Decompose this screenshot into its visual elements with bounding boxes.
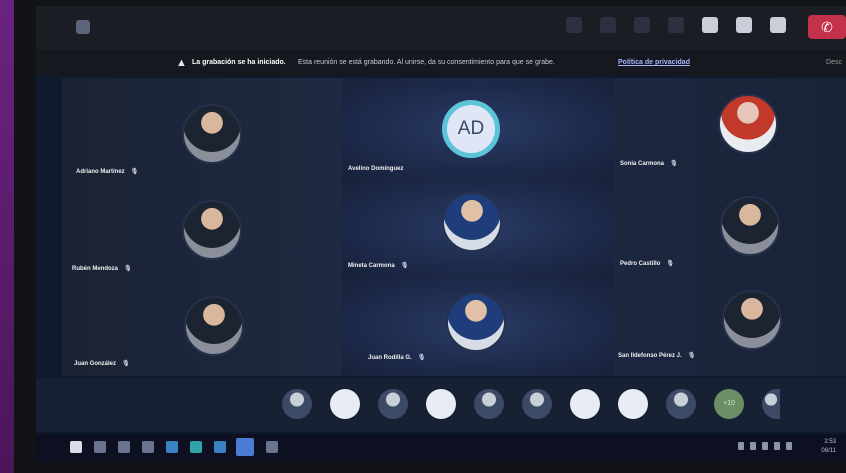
participant-tile[interactable]: Pedro Castillo 🎙 xyxy=(614,178,846,276)
mic-icon: 🎙 xyxy=(130,169,139,175)
privacy-link[interactable]: Política de privacidad xyxy=(618,50,690,76)
mic-icon: 🎙 xyxy=(666,261,674,267)
chevron-up-icon[interactable] xyxy=(738,442,744,450)
participant-tile[interactable]: Rubén Mendoza 🎙 xyxy=(62,178,342,276)
mic-icon: 🎙 xyxy=(122,361,130,367)
teams-meeting-screen: ✆ ▲ La grabación se ha iniciado. Esta re… xyxy=(36,6,846,462)
mic-icon: 🎙 xyxy=(124,266,132,272)
participant-thumbnail[interactable] xyxy=(330,389,360,419)
participant-thumbnail[interactable] xyxy=(474,389,504,419)
participant-thumbnail[interactable] xyxy=(570,389,600,419)
recording-text: Esta reunión se está grabando. Al unirse… xyxy=(298,59,555,66)
participant-name: San Ildefonso Pérez J. 🎙 xyxy=(618,353,696,359)
participant-name: Juan Rodilla G. 🎙 xyxy=(368,355,426,361)
participant-name: Rubén Mendoza 🎙 xyxy=(72,266,132,272)
participant-avatar xyxy=(718,94,778,154)
initials-avatar: AD xyxy=(442,100,500,158)
store-icon[interactable] xyxy=(166,441,178,453)
participant-thumbnail[interactable] xyxy=(378,389,408,419)
participant-avatar xyxy=(184,296,244,356)
language-icon[interactable] xyxy=(786,442,792,450)
participant-avatar xyxy=(182,104,242,164)
hand-icon[interactable] xyxy=(634,17,650,33)
participant-avatar xyxy=(182,200,242,260)
windows-start-icon[interactable] xyxy=(70,441,82,453)
teams-app-icon xyxy=(76,20,90,34)
search-icon[interactable] xyxy=(94,441,106,453)
people-icon[interactable] xyxy=(566,17,582,33)
camera-icon[interactable] xyxy=(702,17,718,33)
participant-thumbnail[interactable] xyxy=(522,389,552,419)
participant-tile[interactable]: AD Avelino Domínguez xyxy=(342,78,614,178)
recording-banner: ▲ La grabación se ha iniciado. Esta reun… xyxy=(36,50,846,76)
strip-avatars: +10 xyxy=(282,389,780,419)
participant-name: Juan González 🎙 xyxy=(74,361,130,367)
leave-button[interactable]: ✆ xyxy=(808,15,846,39)
more-icon[interactable] xyxy=(668,17,684,33)
participant-name: Mineta Carmona 🎙 xyxy=(348,263,409,269)
overflow-count[interactable]: +10 xyxy=(714,389,744,419)
volume-icon[interactable] xyxy=(762,442,768,450)
system-tray xyxy=(738,442,792,450)
clock-date: 08/11 xyxy=(821,448,836,454)
participant-tile[interactable]: Adriano Martínez 🎙 xyxy=(62,78,342,178)
participant-tile[interactable]: Sonia Carmona 🎙 xyxy=(614,78,846,178)
participant-avatar xyxy=(442,192,502,252)
participant-tile[interactable]: Mineta Carmona 🎙 xyxy=(342,178,614,276)
participant-thumbnail[interactable] xyxy=(666,389,696,419)
participant-avatar xyxy=(720,196,780,256)
clock-time: 2:53 xyxy=(824,439,836,445)
battery-icon[interactable] xyxy=(774,442,780,450)
mic-icon[interactable] xyxy=(736,17,752,33)
warning-icon: ▲ xyxy=(176,57,187,69)
share-icon[interactable] xyxy=(770,17,786,33)
mic-icon: 🎙 xyxy=(400,263,409,269)
mic-icon: 🎙 xyxy=(687,353,696,359)
participant-thumbnail[interactable] xyxy=(762,389,780,419)
participant-avatar xyxy=(446,292,506,352)
participant-name: Avelino Domínguez xyxy=(348,166,404,172)
recording-heading: La grabación se ha iniciado. xyxy=(192,59,286,66)
task-view-icon[interactable] xyxy=(118,441,130,453)
participant-thumbnail[interactable] xyxy=(426,389,456,419)
participant-thumbnail[interactable] xyxy=(282,389,312,419)
meeting-toolbar: ✆ xyxy=(36,6,846,50)
participant-name: Pedro Castillo 🎙 xyxy=(620,261,674,267)
edge-icon[interactable] xyxy=(190,441,202,453)
participant-name: Sonia Carmona 🎙 xyxy=(620,161,678,167)
mic-icon: 🎙 xyxy=(670,161,678,167)
network-icon[interactable] xyxy=(750,442,756,450)
chat-icon[interactable] xyxy=(600,17,616,33)
windows-taskbar: 2:53 08/11 xyxy=(36,434,846,462)
participant-avatar xyxy=(722,290,782,350)
participant-tile[interactable]: San Ildefonso Pérez J. 🎙 xyxy=(614,276,846,376)
toolbar-icons xyxy=(566,17,786,33)
mail-icon[interactable] xyxy=(142,441,154,453)
participant-thumbnail[interactable] xyxy=(618,389,648,419)
participant-tile[interactable]: Juan González 🎙 xyxy=(62,276,342,376)
explorer-icon[interactable] xyxy=(214,441,226,453)
teams-taskbar-icon[interactable] xyxy=(236,438,254,456)
participant-strip: +10 xyxy=(36,378,846,432)
photo-background xyxy=(0,0,14,473)
dismiss-link[interactable]: Desc xyxy=(826,50,842,76)
app-icon[interactable] xyxy=(266,441,278,453)
participant-tile[interactable]: Juan Rodilla G. 🎙 xyxy=(342,276,614,376)
video-grid: Adriano Martínez 🎙 AD Avelino Domínguez S… xyxy=(62,78,846,376)
taskbar-clock[interactable]: 2:53 08/11 xyxy=(821,438,836,456)
mic-icon: 🎙 xyxy=(417,355,426,361)
participant-name: Adriano Martínez 🎙 xyxy=(76,169,139,175)
